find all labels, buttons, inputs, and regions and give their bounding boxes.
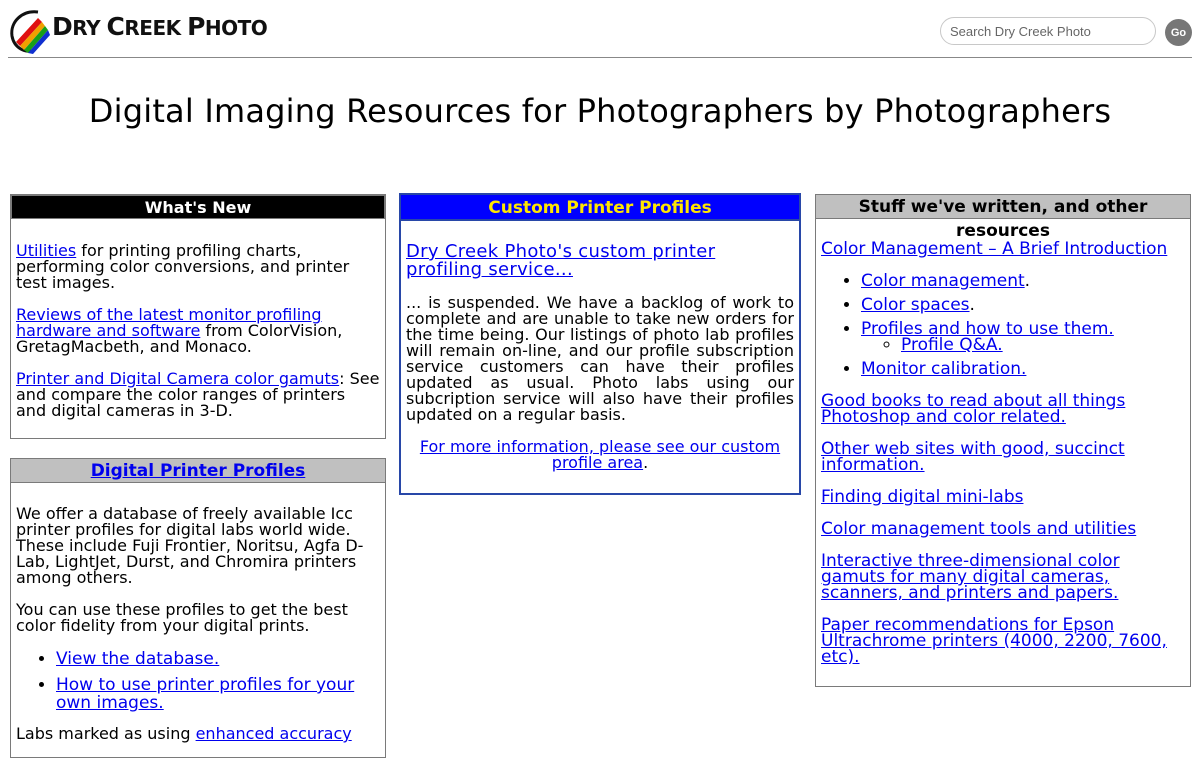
enhanced-accuracy-link[interactable]: enhanced accuracy <box>196 724 352 743</box>
good-books-link[interactable]: Good books to read about all things Phot… <box>821 391 1125 427</box>
site-header: DRY CREEK PHOTO Go <box>0 0 1200 58</box>
other-web-sites-link[interactable]: Other web sites with good, succinct info… <box>821 439 1125 475</box>
digital-printer-profiles-heading: Digital Printer Profiles <box>11 459 385 483</box>
whats-new-item: Reviews of the latest monitor profiling … <box>16 307 380 355</box>
profiles-fidelity-text: You can use these profiles to get the be… <box>16 600 348 635</box>
service-suspended-text: ... is suspended. We have a backlog of w… <box>406 293 794 424</box>
custom-profiling-service-paragraph: Dry Creek Photo's custom printer profili… <box>406 243 794 279</box>
brand-text-hoto: HOTO <box>204 16 268 40</box>
list-item: Monitor calibration. <box>861 359 1185 379</box>
custom-profiling-service-link[interactable]: Dry Creek Photo's custom printer profili… <box>406 241 715 280</box>
resource-item: Interactive three-dimensional color gamu… <box>821 551 1185 603</box>
resources-heading: Stuff we've written, and other resources <box>816 195 1190 241</box>
color-spaces-link[interactable]: Color spaces <box>861 295 970 315</box>
color-management-link[interactable]: Color management <box>861 271 1025 291</box>
list-item: Color management. <box>861 271 1185 291</box>
color-topics-list: Color management. Color spaces. Profiles… <box>821 271 1185 379</box>
whats-new-panel: What's New Utilities for printing profil… <box>10 194 386 439</box>
how-to-use-profiles-link[interactable]: How to use printer profiles for your own… <box>56 675 354 713</box>
list-item: Profile Q&A. <box>901 335 1185 355</box>
brand-letter-d: D <box>52 12 73 41</box>
three-d-gamuts-link[interactable]: Interactive three-dimensional color gamu… <box>821 551 1120 603</box>
digital-printer-profiles-link[interactable]: Digital Printer Profiles <box>91 461 306 481</box>
resource-item: Other web sites with good, succinct info… <box>821 439 1185 475</box>
whats-new-heading: What's New <box>11 195 385 219</box>
resources-panel: Stuff we've written, and other resources… <box>815 194 1191 687</box>
custom-printer-profiles-panel: Custom Printer Profiles Dry Creek Photo'… <box>399 193 801 495</box>
resource-item: Good books to read about all things Phot… <box>821 391 1185 427</box>
color-management-intro-link[interactable]: Color Management – A Brief Introduction <box>821 239 1167 259</box>
whats-new-item: Printer and Digital Camera color gamuts:… <box>16 371 380 419</box>
finding-mini-labs-link[interactable]: Finding digital mini-labs <box>821 487 1023 507</box>
search-go-button[interactable]: Go <box>1165 19 1192 46</box>
search-input[interactable] <box>940 17 1156 45</box>
epson-paper-link[interactable]: Paper recommendations for Epson Ultrachr… <box>821 615 1167 667</box>
brand-name[interactable]: DRY CREEK PHOTO <box>52 12 268 41</box>
intro-paragraph: Color Management – A Brief Introduction <box>821 239 1185 259</box>
profiles-sublist: Profile Q&A. <box>861 335 1185 355</box>
list-item: Profiles and how to use them. Profile Q&… <box>861 321 1185 355</box>
brand-text-ry: RY <box>72 16 107 40</box>
whats-new-item: Utilities for printing profiling charts,… <box>16 243 380 291</box>
profiles-description: We offer a database of freely available … <box>16 504 364 587</box>
resource-item: Finding digital mini-labs <box>821 487 1185 507</box>
list-item: View the database. <box>56 650 380 668</box>
period-text: . <box>643 453 649 472</box>
color-tools-link[interactable]: Color management tools and utilities <box>821 519 1136 539</box>
more-info-paragraph: For more information, please see our cus… <box>406 439 794 471</box>
page-title: Digital Imaging Resources for Photograph… <box>88 92 1112 130</box>
digital-printer-profiles-panel: Digital Printer Profiles We offer a data… <box>10 458 386 758</box>
note-text: Labs marked as using <box>16 724 196 743</box>
list-item: Color spaces. <box>861 295 1185 315</box>
suffix-text: . <box>969 295 975 315</box>
list-item: How to use printer profiles for your own… <box>56 676 380 712</box>
brand-letter-p: P <box>187 12 205 41</box>
brand-letter-c: C <box>106 12 125 41</box>
custom-printer-profiles-heading: Custom Printer Profiles <box>401 195 799 221</box>
monitor-calibration-link[interactable]: Monitor calibration. <box>861 359 1026 379</box>
custom-profile-area-link[interactable]: For more information, please see our cus… <box>420 437 780 472</box>
profiles-link-list: View the database. How to use printer pr… <box>16 650 380 712</box>
header-divider <box>8 57 1192 58</box>
dry-creek-logo-icon[interactable] <box>8 8 52 54</box>
suffix-text: . <box>1024 271 1031 291</box>
brand-text-reek: REEK <box>124 16 188 40</box>
view-database-link[interactable]: View the database. <box>56 649 219 669</box>
resource-item: Paper recommendations for Epson Ultrachr… <box>821 615 1185 667</box>
profile-qa-link[interactable]: Profile Q&A. <box>901 335 1003 355</box>
resource-item: Color management tools and utilities <box>821 519 1185 539</box>
